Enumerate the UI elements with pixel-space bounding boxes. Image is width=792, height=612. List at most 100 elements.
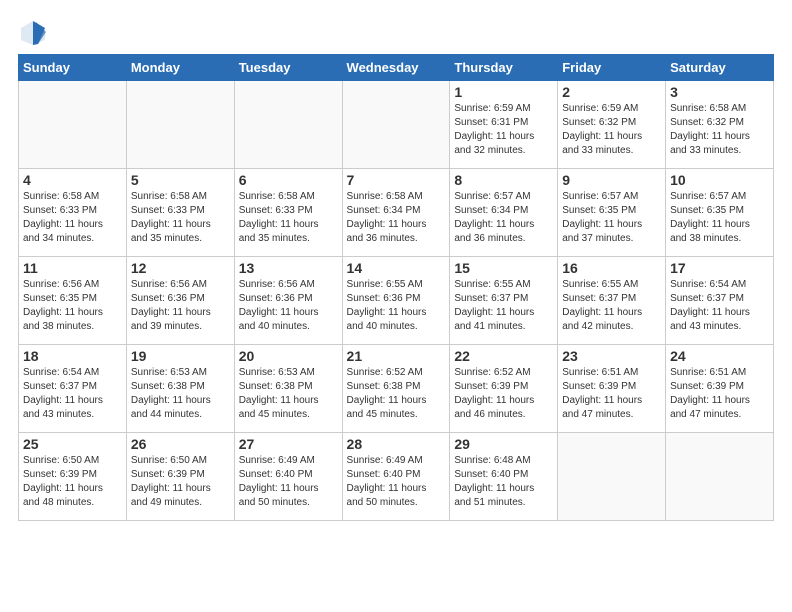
day-info: Sunrise: 6:51 AM Sunset: 6:39 PM Dayligh… [562,366,661,422]
day-number: 28 [347,436,446,452]
day-info: Sunrise: 6:58 AM Sunset: 6:33 PM Dayligh… [23,190,122,246]
day-info: Sunrise: 6:54 AM Sunset: 6:37 PM Dayligh… [23,366,122,422]
day-info: Sunrise: 6:53 AM Sunset: 6:38 PM Dayligh… [239,366,338,422]
day-info: Sunrise: 6:51 AM Sunset: 6:39 PM Dayligh… [670,366,769,422]
cal-cell: 6 Sunrise: 6:58 AM Sunset: 6:33 PM Daylig… [234,169,342,257]
day-number: 10 [670,172,769,188]
day-number: 11 [23,260,122,276]
day-number: 16 [562,260,661,276]
day-number: 8 [454,172,553,188]
cal-cell: 22 Sunrise: 6:52 AM Sunset: 6:39 PM Dayli… [450,345,558,433]
cal-cell: 9 Sunrise: 6:57 AM Sunset: 6:35 PM Daylig… [558,169,666,257]
day-info: Sunrise: 6:50 AM Sunset: 6:39 PM Dayligh… [23,454,122,510]
day-number: 7 [347,172,446,188]
day-info: Sunrise: 6:52 AM Sunset: 6:38 PM Dayligh… [347,366,446,422]
cal-cell: 16Sunrise: 6:55 AM Sunset: 6:37 PM Dayli… [558,257,666,345]
cal-cell [342,81,450,169]
cal-cell: 14 Sunrise: 6:55 AM Sunset: 6:36 PM Dayli… [342,257,450,345]
day-number: 3 [670,84,769,100]
cal-cell: 28 Sunrise: 6:49 AM Sunset: 6:40 PM Dayli… [342,433,450,521]
day-number: 13 [239,260,338,276]
cal-cell: 13 Sunrise: 6:56 AM Sunset: 6:36 PM Dayli… [234,257,342,345]
day-info: Sunrise: 6:57 AM Sunset: 6:35 PM Dayligh… [670,190,769,246]
logo-icon [18,18,48,48]
cal-cell [234,81,342,169]
cal-cell [126,81,234,169]
day-number: 25 [23,436,122,452]
day-info: Sunrise: 6:49 AM Sunset: 6:40 PM Dayligh… [239,454,338,510]
cal-cell: 7 Sunrise: 6:58 AM Sunset: 6:34 PM Daylig… [342,169,450,257]
day-number: 5 [131,172,230,188]
week-row-3: 18 Sunrise: 6:54 AM Sunset: 6:37 PM Dayli… [19,345,774,433]
cal-cell: 5 Sunrise: 6:58 AM Sunset: 6:33 PM Daylig… [126,169,234,257]
day-info: Sunrise: 6:58 AM Sunset: 6:33 PM Dayligh… [131,190,230,246]
day-header-saturday: Saturday [666,55,774,81]
day-number: 9 [562,172,661,188]
day-number: 24 [670,348,769,364]
cal-cell: 4 Sunrise: 6:58 AM Sunset: 6:33 PM Daylig… [19,169,127,257]
cal-cell: 1 Sunrise: 6:59 AM Sunset: 6:31 PM Daylig… [450,81,558,169]
day-info: Sunrise: 6:58 AM Sunset: 6:34 PM Dayligh… [347,190,446,246]
day-number: 29 [454,436,553,452]
day-info: Sunrise: 6:57 AM Sunset: 6:35 PM Dayligh… [562,190,661,246]
day-number: 14 [347,260,446,276]
day-number: 20 [239,348,338,364]
day-number: 27 [239,436,338,452]
cal-cell [19,81,127,169]
day-header-tuesday: Tuesday [234,55,342,81]
cal-cell: 11 Sunrise: 6:56 AM Sunset: 6:35 PM Dayli… [19,257,127,345]
cal-cell: 20 Sunrise: 6:53 AM Sunset: 6:38 PM Dayli… [234,345,342,433]
day-number: 2 [562,84,661,100]
day-number: 4 [23,172,122,188]
cal-cell: 23Sunrise: 6:51 AM Sunset: 6:39 PM Dayli… [558,345,666,433]
cal-cell: 19Sunrise: 6:53 AM Sunset: 6:38 PM Dayli… [126,345,234,433]
day-info: Sunrise: 6:53 AM Sunset: 6:38 PM Dayligh… [131,366,230,422]
day-header-sunday: Sunday [19,55,127,81]
cal-cell: 18 Sunrise: 6:54 AM Sunset: 6:37 PM Dayli… [19,345,127,433]
day-header-thursday: Thursday [450,55,558,81]
day-info: Sunrise: 6:57 AM Sunset: 6:34 PM Dayligh… [454,190,553,246]
day-number: 18 [23,348,122,364]
day-info: Sunrise: 6:56 AM Sunset: 6:35 PM Dayligh… [23,278,122,334]
cal-cell: 8 Sunrise: 6:57 AM Sunset: 6:34 PM Daylig… [450,169,558,257]
day-info: Sunrise: 6:55 AM Sunset: 6:37 PM Dayligh… [454,278,553,334]
calendar-page: SundayMondayTuesdayWednesdayThursdayFrid… [0,0,792,612]
cal-cell: 27 Sunrise: 6:49 AM Sunset: 6:40 PM Dayli… [234,433,342,521]
day-number: 22 [454,348,553,364]
day-info: Sunrise: 6:58 AM Sunset: 6:33 PM Dayligh… [239,190,338,246]
day-info: Sunrise: 6:56 AM Sunset: 6:36 PM Dayligh… [239,278,338,334]
day-info: Sunrise: 6:49 AM Sunset: 6:40 PM Dayligh… [347,454,446,510]
cal-cell: 29 Sunrise: 6:48 AM Sunset: 6:40 PM Dayli… [450,433,558,521]
week-row-1: 4 Sunrise: 6:58 AM Sunset: 6:33 PM Daylig… [19,169,774,257]
week-row-0: 1 Sunrise: 6:59 AM Sunset: 6:31 PM Daylig… [19,81,774,169]
cal-cell [558,433,666,521]
calendar-table: SundayMondayTuesdayWednesdayThursdayFrid… [18,54,774,521]
day-number: 26 [131,436,230,452]
days-header-row: SundayMondayTuesdayWednesdayThursdayFrid… [19,55,774,81]
day-info: Sunrise: 6:56 AM Sunset: 6:36 PM Dayligh… [131,278,230,334]
day-info: Sunrise: 6:55 AM Sunset: 6:36 PM Dayligh… [347,278,446,334]
day-info: Sunrise: 6:59 AM Sunset: 6:31 PM Dayligh… [454,102,553,158]
day-info: Sunrise: 6:58 AM Sunset: 6:32 PM Dayligh… [670,102,769,158]
day-info: Sunrise: 6:50 AM Sunset: 6:39 PM Dayligh… [131,454,230,510]
day-info: Sunrise: 6:52 AM Sunset: 6:39 PM Dayligh… [454,366,553,422]
cal-cell: 17 Sunrise: 6:54 AM Sunset: 6:37 PM Dayli… [666,257,774,345]
day-number: 1 [454,84,553,100]
cal-cell: 2 Sunrise: 6:59 AM Sunset: 6:32 PM Daylig… [558,81,666,169]
day-info: Sunrise: 6:48 AM Sunset: 6:40 PM Dayligh… [454,454,553,510]
cal-cell: 24 Sunrise: 6:51 AM Sunset: 6:39 PM Dayli… [666,345,774,433]
day-header-monday: Monday [126,55,234,81]
week-row-4: 25 Sunrise: 6:50 AM Sunset: 6:39 PM Dayli… [19,433,774,521]
cal-cell: 10 Sunrise: 6:57 AM Sunset: 6:35 PM Dayli… [666,169,774,257]
week-row-2: 11 Sunrise: 6:56 AM Sunset: 6:35 PM Dayli… [19,257,774,345]
day-header-wednesday: Wednesday [342,55,450,81]
cal-cell: 21Sunrise: 6:52 AM Sunset: 6:38 PM Dayli… [342,345,450,433]
day-header-friday: Friday [558,55,666,81]
cal-cell: 15Sunrise: 6:55 AM Sunset: 6:37 PM Dayli… [450,257,558,345]
day-number: 17 [670,260,769,276]
cal-cell: 25 Sunrise: 6:50 AM Sunset: 6:39 PM Dayli… [19,433,127,521]
cal-cell: 12Sunrise: 6:56 AM Sunset: 6:36 PM Dayli… [126,257,234,345]
day-number: 6 [239,172,338,188]
day-info: Sunrise: 6:59 AM Sunset: 6:32 PM Dayligh… [562,102,661,158]
day-info: Sunrise: 6:54 AM Sunset: 6:37 PM Dayligh… [670,278,769,334]
